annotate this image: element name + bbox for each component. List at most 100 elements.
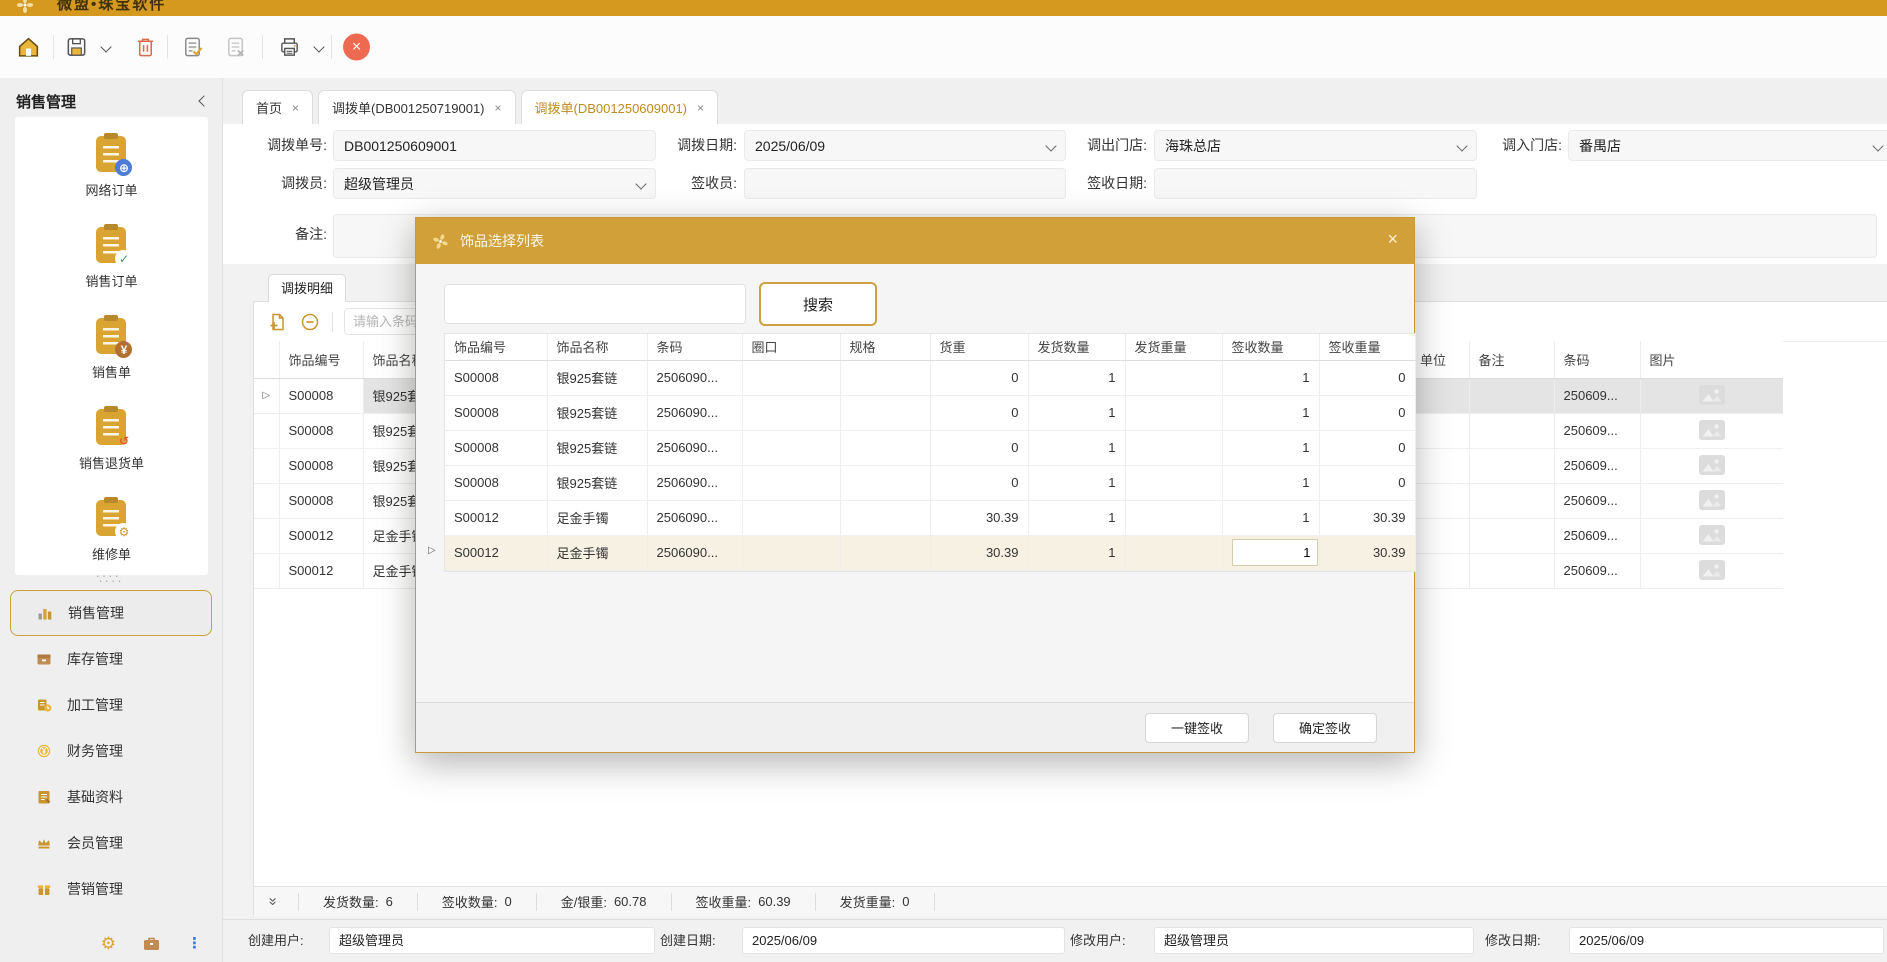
- sidebar-nav-sales-mgmt[interactable]: 销售管理: [10, 590, 212, 636]
- cell-sign-weight[interactable]: 0: [1319, 465, 1415, 500]
- cell-image[interactable]: [1640, 448, 1783, 483]
- cell-barcode[interactable]: 2506090...: [647, 360, 742, 395]
- dialog-close-icon[interactable]: [1387, 230, 1398, 248]
- cell-spec[interactable]: [840, 500, 930, 535]
- cell-spec[interactable]: [840, 360, 930, 395]
- delete-button[interactable]: [132, 34, 159, 61]
- sidebar-nav-marketing-mgmt[interactable]: 营销管理: [10, 866, 212, 912]
- cell-unit[interactable]: [1411, 483, 1469, 518]
- cell-ship-qty[interactable]: 1: [1028, 465, 1125, 500]
- sidebar-drag-handle[interactable]: [0, 573, 222, 583]
- dialog-search-input[interactable]: [444, 284, 746, 324]
- cell-spec[interactable]: [840, 430, 930, 465]
- cell-sign-weight[interactable]: 0: [1319, 430, 1415, 465]
- cell-ship-qty[interactable]: 1: [1028, 500, 1125, 535]
- cell-code[interactable]: S00012: [445, 535, 547, 570]
- cell-name[interactable]: 银925套链: [547, 465, 647, 500]
- cell-ship-weight[interactable]: [1125, 535, 1222, 570]
- cell-remark[interactable]: [1469, 448, 1554, 483]
- cell-sign-weight[interactable]: 30.39: [1319, 500, 1415, 535]
- audit-button[interactable]: [179, 34, 206, 61]
- cell-barcode[interactable]: 2506090...: [647, 465, 742, 500]
- cell-weight[interactable]: 0: [930, 465, 1028, 500]
- cell-code[interactable]: S00008: [279, 448, 363, 483]
- sidebar-nav-finance-mgmt[interactable]: ¥财务管理: [10, 728, 212, 774]
- cell-barcode[interactable]: 250609...: [1554, 413, 1640, 448]
- cell-ring[interactable]: [742, 430, 840, 465]
- cell-ship-qty[interactable]: 1: [1028, 395, 1125, 430]
- cell-image[interactable]: [1640, 413, 1783, 448]
- receive-date-input[interactable]: [1154, 168, 1477, 199]
- cell-code[interactable]: S00008: [279, 413, 363, 448]
- cell-weight[interactable]: 0: [930, 430, 1028, 465]
- cell-sign-qty[interactable]: [1222, 535, 1319, 570]
- cell-ring[interactable]: [742, 500, 840, 535]
- from-store-select[interactable]: 海珠总店: [1154, 130, 1477, 161]
- save-button[interactable]: [63, 34, 90, 61]
- close-button[interactable]: ×: [343, 34, 370, 61]
- cell-ship-weight[interactable]: [1125, 360, 1222, 395]
- cell-ship-qty[interactable]: 1: [1028, 535, 1125, 570]
- sidebar-item-repair-slip[interactable]: ⚙维修单: [92, 497, 131, 563]
- print-button[interactable]: [276, 34, 303, 61]
- cell-remark[interactable]: [1469, 483, 1554, 518]
- cell-code[interactable]: S00008: [279, 378, 363, 413]
- cell-sign-weight[interactable]: 0: [1319, 360, 1415, 395]
- cell-barcode[interactable]: 2506090...: [647, 395, 742, 430]
- cell-unit[interactable]: [1411, 448, 1469, 483]
- cell-barcode[interactable]: 250609...: [1554, 378, 1640, 413]
- cell-ship-weight[interactable]: [1125, 465, 1222, 500]
- cell-sign-qty[interactable]: 1: [1222, 500, 1319, 535]
- sidebar-item-online-order[interactable]: ⊕网络订单: [85, 133, 137, 199]
- tab-transfer-detail[interactable]: 调拨明细: [268, 274, 346, 302]
- sidebar-nav-member-mgmt[interactable]: 会员管理: [10, 820, 212, 866]
- cell-ring[interactable]: [742, 395, 840, 430]
- cell-image[interactable]: [1640, 378, 1783, 413]
- dialog-header[interactable]: 饰品选择列表: [416, 218, 1414, 264]
- home-button[interactable]: [14, 33, 43, 62]
- sidebar-nav-inventory-mgmt[interactable]: 库存管理: [10, 636, 212, 682]
- cell-sign-qty[interactable]: 1: [1222, 395, 1319, 430]
- more-options-icon[interactable]: ⋮: [187, 936, 202, 951]
- confirm-sign-button[interactable]: 确定签收: [1273, 713, 1377, 743]
- cell-weight[interactable]: 30.39: [930, 535, 1028, 570]
- cell-ship-qty[interactable]: 1: [1028, 360, 1125, 395]
- cell-barcode[interactable]: 2506090...: [647, 535, 742, 570]
- remove-item-button[interactable]: [299, 311, 321, 333]
- cell-code[interactable]: S00008: [445, 395, 547, 430]
- cell-remark[interactable]: [1469, 518, 1554, 553]
- tab-close-icon[interactable]: ×: [495, 101, 502, 115]
- cell-image[interactable]: [1640, 553, 1783, 588]
- transfer-person-select[interactable]: 超级管理员: [333, 168, 656, 199]
- cell-ring[interactable]: [742, 465, 840, 500]
- cell-unit[interactable]: [1411, 378, 1469, 413]
- cell-code[interactable]: S00008: [445, 360, 547, 395]
- tab-home[interactable]: 首页×: [242, 90, 313, 124]
- dialog-search-button[interactable]: 搜索: [759, 282, 877, 326]
- cell-name[interactable]: 银925套链: [547, 395, 647, 430]
- save-dropdown-chevron-icon[interactable]: [100, 41, 111, 52]
- cell-sign-qty[interactable]: 1: [1222, 360, 1319, 395]
- cell-remark[interactable]: [1469, 413, 1554, 448]
- cell-code[interactable]: S00012: [279, 518, 363, 553]
- sidebar-item-sales-return[interactable]: ↺销售退货单: [79, 406, 144, 472]
- cell-unit[interactable]: [1411, 553, 1469, 588]
- cell-barcode[interactable]: 250609...: [1554, 483, 1640, 518]
- cell-name[interactable]: 银925套链: [547, 430, 647, 465]
- cell-code[interactable]: S00012: [445, 500, 547, 535]
- settings-gear-icon[interactable]: ⚙: [101, 935, 116, 952]
- cell-sign-qty[interactable]: 1: [1222, 465, 1319, 500]
- cell-barcode[interactable]: 250609...: [1554, 518, 1640, 553]
- cell-barcode[interactable]: 250609...: [1554, 448, 1640, 483]
- tab-close-icon[interactable]: ×: [292, 101, 299, 115]
- sidebar-item-sales-slip[interactable]: ¥销售单: [92, 315, 131, 381]
- sidebar-nav-processing-mgmt[interactable]: 加工管理: [10, 682, 212, 728]
- cell-sign-qty[interactable]: 1: [1222, 430, 1319, 465]
- cell-barcode[interactable]: 250609...: [1554, 553, 1640, 588]
- cell-unit[interactable]: [1411, 413, 1469, 448]
- cell-spec[interactable]: [840, 535, 930, 570]
- cell-image[interactable]: [1640, 518, 1783, 553]
- cell-sign-weight[interactable]: 30.39: [1319, 535, 1415, 570]
- sidebar-nav-basic-data[interactable]: 基础资料: [10, 774, 212, 820]
- cell-code[interactable]: S00012: [279, 553, 363, 588]
